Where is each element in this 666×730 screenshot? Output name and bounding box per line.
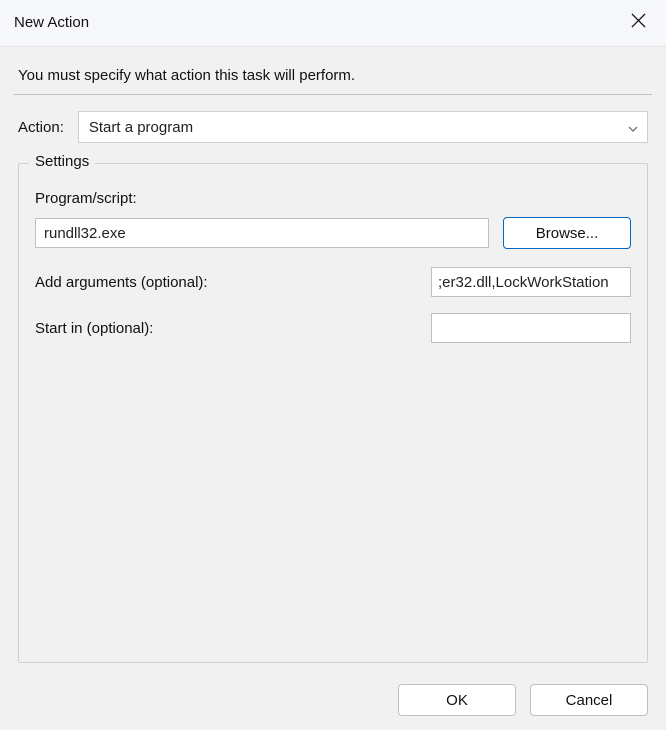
window-title: New Action	[14, 14, 89, 31]
settings-legend: Settings	[29, 153, 95, 170]
action-label: Action:	[18, 119, 64, 136]
titlebar: New Action	[0, 0, 666, 47]
settings-fieldset: Settings Program/script: Browse... Add a…	[18, 163, 648, 663]
action-select-wrap: Start a program	[78, 111, 648, 143]
program-row: Browse...	[35, 217, 631, 249]
arguments-label: Add arguments (optional):	[35, 274, 208, 291]
program-label: Program/script:	[35, 190, 631, 207]
footer: OK Cancel	[398, 684, 648, 716]
arguments-row: Add arguments (optional):	[35, 267, 631, 297]
close-button[interactable]	[624, 8, 652, 36]
action-select[interactable]: Start a program	[78, 111, 648, 143]
close-icon	[631, 13, 646, 31]
arguments-input[interactable]	[431, 267, 631, 297]
startin-row: Start in (optional):	[35, 313, 631, 343]
startin-input[interactable]	[431, 313, 631, 343]
action-row: Action: Start a program	[14, 111, 652, 143]
startin-label: Start in (optional):	[35, 320, 153, 337]
browse-button[interactable]: Browse...	[503, 217, 631, 249]
cancel-button[interactable]: Cancel	[530, 684, 648, 716]
action-select-value: Start a program	[89, 119, 193, 136]
instruction-text: You must specify what action this task w…	[14, 63, 652, 95]
ok-button[interactable]: OK	[398, 684, 516, 716]
dialog-body: You must specify what action this task w…	[0, 47, 666, 730]
program-input[interactable]	[35, 218, 489, 248]
